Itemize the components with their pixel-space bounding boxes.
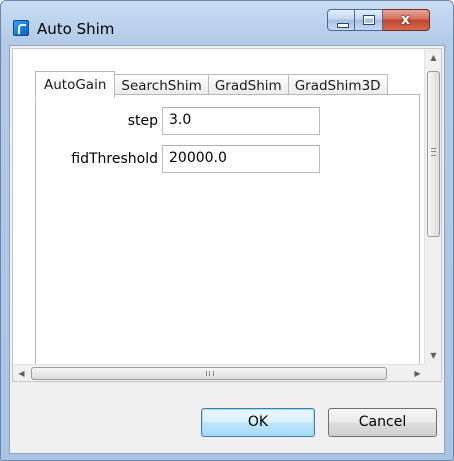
grip-icon xyxy=(431,148,436,156)
maximize-button[interactable] xyxy=(355,9,383,31)
grip-icon xyxy=(206,371,214,376)
dialog-client-area: AutoGain SearchShim GradShim GradShim3D … xyxy=(9,45,445,454)
window-controls: x xyxy=(327,9,430,33)
step-field[interactable]: 3.0 xyxy=(162,107,320,135)
title-bar[interactable]: Auto Shim x xyxy=(1,1,453,45)
tab-panel: AutoGain SearchShim GradShim GradShim3D … xyxy=(19,67,422,379)
window-title: Auto Shim xyxy=(37,20,115,38)
horizontal-scrollbar[interactable]: ◀ ▶ xyxy=(13,364,426,381)
app-icon xyxy=(13,20,29,36)
tab-autogain[interactable]: AutoGain xyxy=(35,71,116,98)
fidthreshold-label: fidThreshold xyxy=(71,151,158,167)
vertical-scrollbar[interactable]: ▲ ▼ xyxy=(424,49,441,364)
scrollbar-corner xyxy=(424,364,441,381)
fidthreshold-field[interactable]: 20000.0 xyxy=(162,145,320,173)
autogain-tab-content: step 3.0 fidThreshold 20000.0 xyxy=(35,94,420,379)
cancel-button[interactable]: Cancel xyxy=(328,408,437,437)
auto-shim-window: Auto Shim x AutoGain SearchShim GradShim… xyxy=(0,0,454,461)
ok-button[interactable]: OK xyxy=(201,408,315,437)
maximize-icon xyxy=(363,15,375,25)
close-button[interactable]: x xyxy=(383,9,430,31)
step-label: step xyxy=(127,113,158,129)
tab-bar: AutoGain SearchShim GradShim GradShim3D xyxy=(35,71,388,98)
scroll-down-arrow-icon[interactable]: ▼ xyxy=(425,347,442,364)
vertical-scroll-thumb[interactable] xyxy=(427,71,440,237)
minimize-button[interactable] xyxy=(327,9,355,31)
minimize-icon xyxy=(337,23,349,28)
close-icon: x xyxy=(400,12,411,28)
scroll-up-arrow-icon[interactable]: ▲ xyxy=(425,49,442,66)
horizontal-scroll-thumb[interactable] xyxy=(31,367,387,380)
scroll-left-arrow-icon[interactable]: ◀ xyxy=(13,365,30,382)
scroll-pane: AutoGain SearchShim GradShim GradShim3D … xyxy=(12,48,442,382)
